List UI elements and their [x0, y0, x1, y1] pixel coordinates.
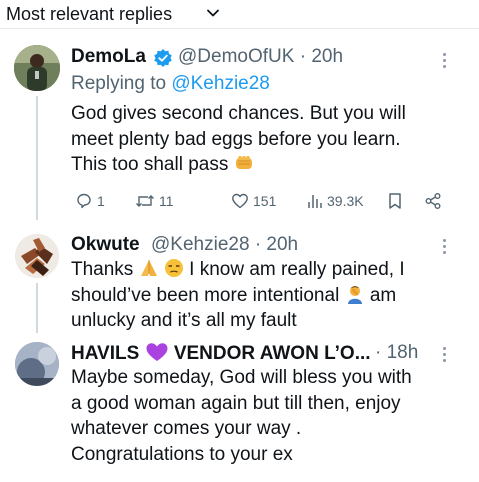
display-name-part: HAVILS [71, 343, 140, 364]
thread-line [36, 96, 38, 220]
reply-count: 1 [97, 193, 105, 209]
reply-icon [77, 193, 91, 209]
timestamp[interactable]: 20h [266, 234, 298, 255]
display-name[interactable]: DemoLa [71, 46, 146, 68]
share-button[interactable] [424, 189, 442, 213]
separator: · [254, 234, 262, 255]
display-name[interactable]: HAVILS VENDOR AWON L’O... [71, 342, 371, 365]
reply-line: meet plenty bad eggs before you learn. [71, 128, 401, 150]
purple-heart-emoji-icon [146, 343, 168, 361]
bookmark-button[interactable] [387, 189, 403, 213]
display-name[interactable]: Okwute [71, 234, 140, 256]
reply-line-text: I know am really pained, I [189, 259, 405, 280]
fist-bump-emoji-icon [235, 156, 252, 169]
thread-line [36, 283, 38, 333]
like-count: 151 [253, 193, 277, 209]
reply-button[interactable]: 1 [75, 189, 105, 213]
reply-line: Thanks I know am really pained, I [71, 257, 405, 283]
bookmark-icon [389, 193, 401, 209]
more-options-icon[interactable] [443, 239, 447, 257]
chevron-down-icon [207, 9, 219, 17]
verified-badge-icon [154, 49, 172, 67]
reply-line: whatever comes your way . [71, 418, 302, 439]
reply-text: God gives second chances. But you will m… [71, 101, 406, 178]
like-button[interactable]: 151 [231, 189, 276, 213]
share-icon [425, 193, 441, 209]
reply-line: This too shall pass [71, 152, 406, 178]
handle[interactable]: @Kehzie28 [151, 234, 250, 255]
reply-line-text: Thanks [71, 259, 134, 280]
avatar-photo [14, 45, 60, 91]
view-count: 39.3K [327, 193, 364, 209]
reply-line: should’ve been more intentional am [71, 283, 405, 309]
handle-and-time: @DemoOfUK · 20h [178, 46, 343, 68]
avatar-photo [15, 234, 59, 278]
reply-text: Thanks I know am really pained, I should… [71, 257, 405, 334]
repost-count: 11 [159, 193, 174, 209]
folded-hands-emoji-icon [140, 260, 157, 276]
sort-label: Most relevant replies [6, 4, 173, 24]
display-name-part: VENDOR AWON L’O... [173, 343, 371, 364]
avatar[interactable] [15, 342, 59, 386]
reply-line: Maybe someday, God will bless you with [71, 367, 412, 388]
reply-line-text: am [369, 284, 397, 306]
more-options-icon[interactable] [443, 347, 447, 365]
reply-line-text: This too shall pass [71, 154, 229, 175]
handle-and-time: @Kehzie28 · 20h [151, 234, 298, 256]
action-bar: 1 11 151 39.3K [75, 189, 455, 213]
replying-to: Replying to @Kehzie28 [71, 73, 270, 95]
replying-label: Replying to [71, 73, 167, 94]
reply-line: unlucky and it’s all my fault [71, 310, 297, 331]
more-options-icon[interactable] [443, 53, 447, 71]
time-meta: · 18h [375, 342, 418, 364]
views-chart-icon [308, 195, 322, 208]
timestamp[interactable]: 18h [387, 342, 419, 363]
repost-icon [136, 195, 154, 207]
replying-mention[interactable]: @Kehzie28 [171, 73, 270, 94]
separator: · [375, 342, 382, 363]
unamused-face-emoji-icon [164, 259, 183, 277]
views-button[interactable]: 39.3K [307, 189, 364, 213]
handle[interactable]: @DemoOfUK [178, 46, 294, 67]
separator: · [299, 46, 307, 67]
avatar[interactable] [14, 45, 60, 91]
timestamp[interactable]: 20h [311, 46, 343, 67]
person-facepalming-emoji-icon [347, 285, 362, 304]
repost-button[interactable]: 11 [135, 189, 174, 213]
reply-line: God gives second chances. But you will [71, 103, 406, 124]
heart-icon [232, 193, 248, 209]
reply-text: Maybe someday, God will bless you with a… [71, 365, 412, 467]
avatar[interactable] [15, 234, 59, 278]
reply-line-text: should’ve been more intentional [71, 284, 340, 306]
avatar-photo [15, 342, 59, 386]
reply-line: Congratulations to your ex [71, 443, 293, 465]
replies-sort-header[interactable]: Most relevant replies [0, 0, 479, 29]
reply-line: a good woman again but till then, enjoy [71, 392, 401, 414]
